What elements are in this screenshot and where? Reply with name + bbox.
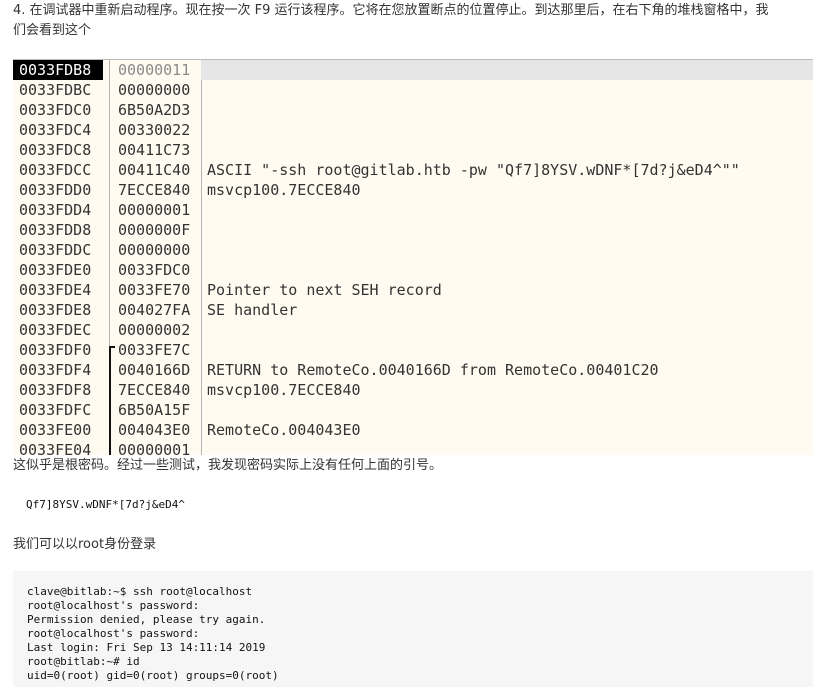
stack-comment (201, 120, 813, 140)
stack-row[interactable]: 0033FDD4 00000001 (13, 200, 813, 220)
stack-address: 0033FDDC (19, 241, 92, 259)
seh-chain-bracket-line (109, 346, 117, 455)
stack-value: 00000011 (118, 61, 191, 79)
stack-address: 0033FDF8 (19, 381, 92, 399)
stack-comment (201, 140, 813, 160)
stack-address: 0033FDC0 (19, 101, 92, 119)
stack-value: 004027FA (118, 301, 191, 319)
stack-address: 0033FDCC (19, 161, 92, 179)
stack-comment (201, 260, 813, 280)
stack-row[interactable]: 0033FE04 00000001 (13, 440, 813, 455)
stack-comment: msvcp100.7ECCE840 (207, 181, 361, 199)
stack-address: 0033FDF0 (19, 341, 92, 359)
stack-comment (201, 60, 813, 80)
stack-row[interactable]: 0033FDE0 0033FDC0 (13, 260, 813, 280)
stack-address: 0033FDEC (19, 321, 92, 339)
stack-address: 0033FDB8 (13, 60, 103, 80)
stack-comment: ASCII "-ssh root@gitlab.htb -pw "Qf7]8YS… (207, 161, 740, 179)
terminal-line: uid=0(root) gid=0(root) groups=0(root) (27, 669, 279, 682)
stack-value: 0040166D (118, 361, 191, 379)
stack-address: 0033FDE0 (19, 261, 92, 279)
stack-row[interactable]: 0033FDE8 004027FA SE handler (13, 300, 813, 320)
login-paragraph: 我们可以以root身份登录 (13, 537, 157, 552)
stack-value: 00411C73 (118, 141, 191, 159)
stack-address: 0033FDF4 (19, 361, 92, 379)
stack-comment (201, 320, 813, 340)
stack-value: 00411C40 (118, 161, 191, 179)
stack-row[interactable]: 0033FDF4 0040166D RETURN to RemoteCo.00401… (13, 360, 813, 380)
stack-value: 0033FE7C (118, 341, 191, 359)
stack-value: 00000000 (118, 241, 191, 259)
stack-row[interactable]: 0033FDBC 00000000 (13, 80, 813, 100)
stack-row[interactable]: 0033FE00 004043E0 RemoteCo.004043E0 (13, 420, 813, 440)
stack-comment: Pointer to next SEH record (207, 281, 442, 299)
stack-row[interactable]: 0033FDC8 00411C73 (13, 140, 813, 160)
stack-address: 0033FDFC (19, 401, 92, 419)
stack-value: 00000001 (118, 201, 191, 219)
stack-comment (201, 240, 813, 260)
stack-value: 7ECCE840 (118, 381, 191, 399)
stack-row[interactable]: 0033FDCC 00411C40 ASCII "-ssh root@gitlab.… (13, 160, 813, 180)
stack-address: 0033FDD4 (19, 201, 92, 219)
stack-row[interactable]: 0033FDC0 6B50A2D3 (13, 100, 813, 120)
stack-row[interactable]: 0033FDB8 00000011 (13, 60, 813, 80)
stack-value: 004043E0 (118, 421, 191, 439)
stack-value: 00000002 (118, 321, 191, 339)
stack-address: 0033FDD8 (19, 221, 92, 239)
terminal-code-block: clave@bitlab:~$ ssh root@localhost root@l… (13, 571, 813, 687)
intro-paragraph-line-2: 们会看到这个 (13, 23, 92, 38)
stack-address: 0033FE04 (19, 441, 92, 455)
stack-comment (201, 440, 813, 455)
stack-row[interactable]: 0033FDC4 00330022 (13, 120, 813, 140)
stack-row[interactable]: 0033FDE4 0033FE70 Pointer to next SEH reco… (13, 280, 813, 300)
stack-value: 00000001 (118, 441, 191, 455)
stack-value: 00000000 (118, 81, 191, 99)
stack-address: 0033FDC4 (19, 121, 92, 139)
terminal-line: Permission denied, please try again. (27, 613, 266, 626)
stack-comment (201, 80, 813, 100)
stack-comment: RemoteCo.004043E0 (207, 421, 361, 439)
stack-comment (201, 200, 813, 220)
stack-row[interactable]: 0033FDF0 0033FE7C (13, 340, 813, 360)
stack-address: 0033FE00 (19, 421, 92, 439)
stack-value: 6B50A15F (118, 401, 191, 419)
stack-address: 0033FDBC (19, 81, 92, 99)
stack-address: 0033FDE8 (19, 301, 92, 319)
terminal-line: root@localhost's password: (27, 599, 200, 612)
stack-comment: msvcp100.7ECCE840 (207, 381, 361, 399)
stack-value: 0033FE70 (118, 281, 191, 299)
password-code: Qf7]8YSV.wDNF*[7d?j&eD4^ (26, 498, 185, 511)
terminal-line: Last login: Fri Sep 13 14:11:14 2019 (27, 641, 266, 654)
stack-row[interactable]: 0033FDEC 00000002 (13, 320, 813, 340)
stack-value: 0000000F (118, 221, 191, 239)
stack-value: 0033FDC0 (118, 261, 191, 279)
stack-row[interactable]: 0033FDD0 7ECCE840 msvcp100.7ECCE840 (13, 180, 813, 200)
stack-row[interactable]: 0033FDD8 0000000F (13, 220, 813, 240)
terminal-line: root@localhost's password: (27, 627, 200, 640)
stack-address: 0033FDD0 (19, 181, 92, 199)
stack-value: 7ECCE840 (118, 181, 191, 199)
stack-value: 00330022 (118, 121, 191, 139)
stack-comment (201, 340, 813, 360)
password-note-paragraph: 这似乎是根密码。经过一些测试，我发现密码实际上没有任何上面的引号。 (13, 458, 443, 473)
stack-address: 0033FDC8 (19, 141, 92, 159)
stack-row[interactable]: 0033FDFC 6B50A15F (13, 400, 813, 420)
stack-comment (201, 100, 813, 120)
terminal-line: root@bitlab:~# id (27, 655, 140, 668)
stack-row[interactable]: 0033FDDC 00000000 (13, 240, 813, 260)
stack-address: 0033FDE4 (19, 281, 92, 299)
stack-comment: RETURN to RemoteCo.0040166D from RemoteC… (207, 361, 659, 379)
terminal-line: clave@bitlab:~$ ssh root@localhost (27, 585, 253, 598)
debugger-stack-pane[interactable]: 0033FDB8 00000011 0033FDBC 00000000 0033FDC0… (13, 59, 813, 455)
stack-comment: SE handler (207, 301, 298, 319)
stack-comment (201, 220, 813, 240)
stack-value: 6B50A2D3 (118, 101, 191, 119)
stack-comment (201, 400, 813, 420)
stack-row[interactable]: 0033FDF8 7ECCE840 msvcp100.7ECCE840 (13, 380, 813, 400)
intro-paragraph-line-1: 4. 在调试器中重新启动程序。现在按一次 F9 运行该程序。它将在您放置断点的位… (13, 3, 769, 18)
